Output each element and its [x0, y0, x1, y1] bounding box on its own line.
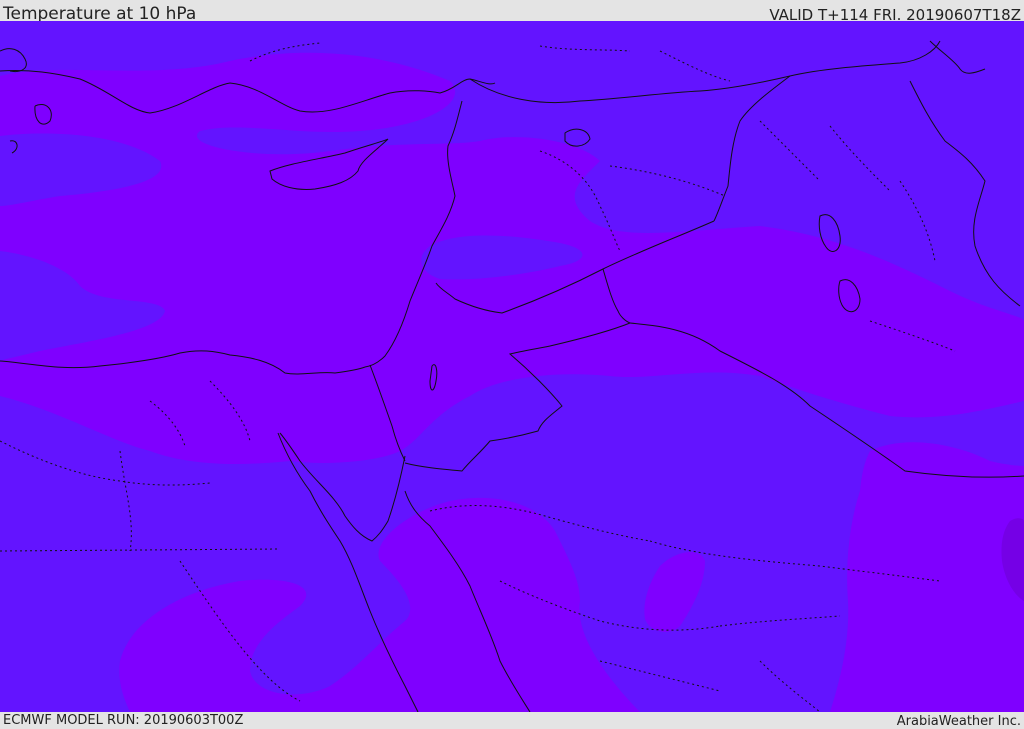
temperature-map [0, 21, 1024, 712]
map-canvas [0, 21, 1024, 712]
model-run-label: ECMWF MODEL RUN: 20190603T00Z [3, 713, 244, 728]
map-figure: Temperature at 10 hPa VALID T+114 FRI. 2… [0, 0, 1024, 729]
credit-label: ArabiaWeather Inc. [896, 714, 1021, 729]
